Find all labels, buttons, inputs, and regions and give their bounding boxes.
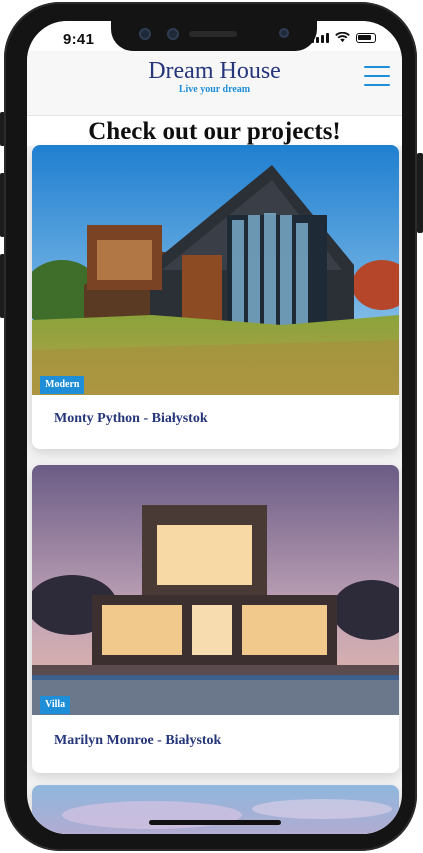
- project-photo-villa: [32, 465, 399, 715]
- phone-frame: 9:41 Dream House Live your dream Check o…: [4, 2, 417, 851]
- power-button: [417, 153, 423, 233]
- project-card[interactable]: Villa Marilyn Monroe - Białystok: [32, 465, 399, 773]
- project-title[interactable]: Monty Python - Białystok: [54, 411, 208, 427]
- category-badge: Modern: [40, 376, 85, 394]
- project-title[interactable]: Marilyn Monroe - Białystok: [54, 733, 221, 749]
- camera-lens-icon: [279, 28, 289, 38]
- hamburger-menu-icon[interactable]: [364, 65, 392, 87]
- earpiece-speaker: [189, 31, 237, 37]
- home-indicator[interactable]: [149, 820, 281, 825]
- brand-tagline: Live your dream: [178, 84, 251, 95]
- wifi-icon: [335, 32, 350, 43]
- project-photo-modern-house: [32, 145, 399, 395]
- project-card[interactable]: Modern Monty Python - Białystok: [32, 145, 399, 449]
- status-time: 9:41: [63, 31, 95, 48]
- site-header: Dream House Live your dream: [27, 51, 402, 116]
- project-photo: [32, 785, 399, 834]
- brand-title: Dream House: [148, 58, 281, 84]
- status-icons: [311, 32, 376, 43]
- project-card[interactable]: [32, 785, 399, 834]
- brand-logo[interactable]: Dream House Live your dream: [27, 58, 402, 96]
- sensor-icon: [167, 28, 179, 40]
- front-camera-icon: [139, 28, 151, 40]
- category-badge: Villa: [40, 696, 71, 714]
- page-title: Check out our projects!: [27, 115, 402, 146]
- camera-notch: [111, 21, 317, 51]
- main-content: Check out our projects! Modern Monty Pyt…: [27, 115, 402, 834]
- battery-icon: [356, 33, 376, 43]
- phone-screen: 9:41 Dream House Live your dream Check o…: [27, 21, 402, 834]
